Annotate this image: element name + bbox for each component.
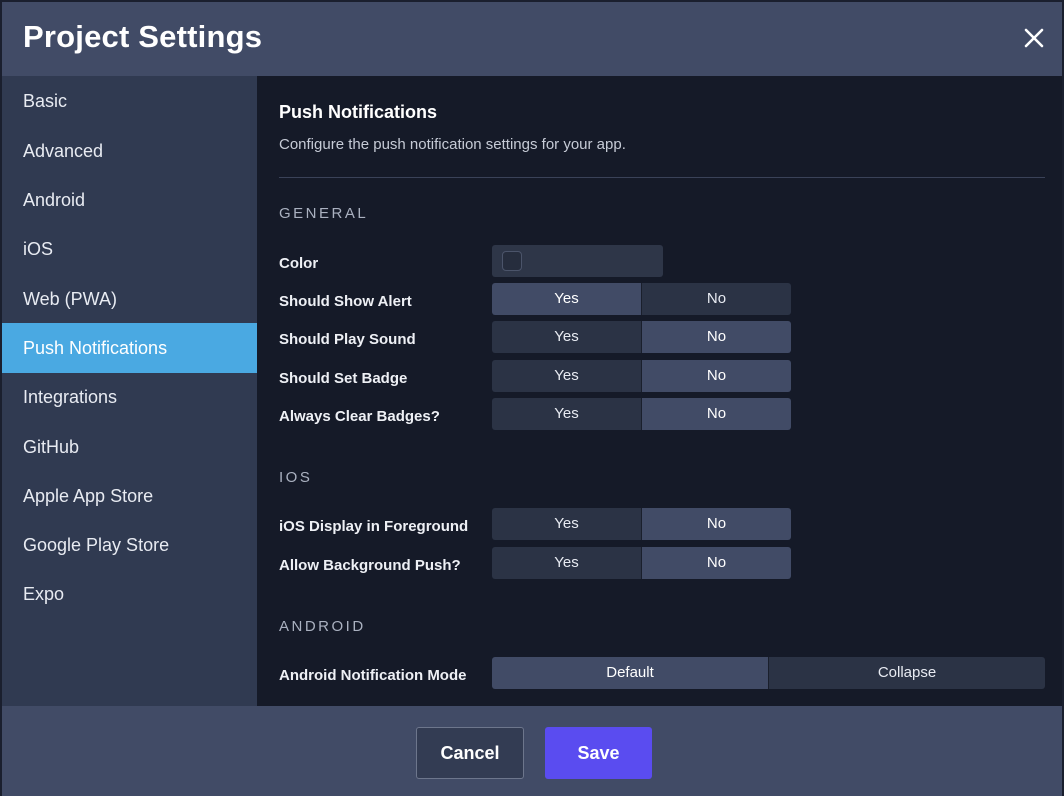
close-button[interactable] (1020, 24, 1048, 52)
color-label: Color (279, 255, 319, 272)
android-notification-mode-collapse[interactable]: Collapse (768, 657, 1045, 689)
always-clear-badges-no[interactable]: No (641, 398, 791, 430)
should-set-badge-no[interactable]: No (641, 360, 791, 392)
android-notification-mode-toggle: Default Collapse (492, 657, 1045, 689)
ios-display-foreground-yes[interactable]: Yes (492, 508, 641, 540)
sidebar-item-google-play-store[interactable]: Google Play Store (2, 520, 257, 570)
modal-header: Project Settings (2, 2, 1062, 76)
group-label-general: GENERAL (279, 205, 369, 222)
group-label-ios: IOS (279, 469, 313, 486)
section-title: Push Notifications (279, 102, 438, 122)
modal-body: Basic Advanced Android iOS Web (PWA) Pus… (2, 76, 1062, 706)
should-show-alert-yes[interactable]: Yes (492, 283, 641, 315)
color-picker-field[interactable] (492, 245, 663, 277)
section-divider (279, 177, 1045, 178)
section-description: Configure the push notification settings… (279, 136, 626, 153)
should-play-sound-no[interactable]: No (641, 321, 791, 353)
ios-display-foreground-label: iOS Display in Foreground (279, 518, 469, 535)
sidebar-item-github[interactable]: GitHub (2, 422, 257, 472)
group-label-android: ANDROID (279, 618, 366, 635)
sidebar-item-push-notifications[interactable]: Push Notifications (2, 323, 257, 373)
should-show-alert-label: Should Show Alert (279, 293, 412, 310)
settings-content: Push Notifications Configure the push no… (257, 76, 1062, 706)
always-clear-badges-yes[interactable]: Yes (492, 398, 641, 430)
close-icon (1024, 28, 1044, 48)
allow-background-push-label: Allow Background Push? (279, 557, 461, 574)
ios-display-foreground-no[interactable]: No (641, 508, 791, 540)
cancel-button[interactable]: Cancel (416, 727, 524, 779)
allow-background-push-yes[interactable]: Yes (492, 547, 641, 579)
should-play-sound-yes[interactable]: Yes (492, 321, 641, 353)
should-set-badge-toggle: Yes No (492, 360, 791, 392)
allow-background-push-no[interactable]: No (641, 547, 791, 579)
settings-sidebar: Basic Advanced Android iOS Web (PWA) Pus… (2, 76, 257, 706)
modal-footer: Cancel Save (2, 706, 1062, 796)
should-play-sound-toggle: Yes No (492, 321, 791, 353)
sidebar-item-basic[interactable]: Basic (2, 76, 257, 126)
should-show-alert-no[interactable]: No (641, 283, 791, 315)
always-clear-badges-label: Always Clear Badges? (279, 408, 440, 425)
sidebar-item-apple-app-store[interactable]: Apple App Store (2, 471, 257, 521)
sidebar-item-web-pwa[interactable]: Web (PWA) (2, 274, 257, 324)
android-notification-mode-label: Android Notification Mode (279, 667, 467, 684)
modal-title: Project Settings (23, 19, 263, 54)
sidebar-item-android[interactable]: Android (2, 175, 257, 225)
should-show-alert-toggle: Yes No (492, 283, 791, 315)
android-notification-mode-default[interactable]: Default (492, 657, 768, 689)
sidebar-item-expo[interactable]: Expo (2, 569, 257, 619)
should-set-badge-yes[interactable]: Yes (492, 360, 641, 392)
ios-display-foreground-toggle: Yes No (492, 508, 791, 540)
project-settings-modal: Project Settings Basic Advanced Android … (2, 2, 1062, 796)
sidebar-item-advanced[interactable]: Advanced (2, 126, 257, 176)
should-play-sound-label: Should Play Sound (279, 331, 416, 348)
save-button[interactable]: Save (545, 727, 652, 779)
sidebar-item-integrations[interactable]: Integrations (2, 372, 257, 422)
allow-background-push-toggle: Yes No (492, 547, 791, 579)
sidebar-item-ios[interactable]: iOS (2, 224, 257, 274)
should-set-badge-label: Should Set Badge (279, 370, 408, 387)
color-swatch[interactable] (502, 251, 522, 271)
always-clear-badges-toggle: Yes No (492, 398, 791, 430)
